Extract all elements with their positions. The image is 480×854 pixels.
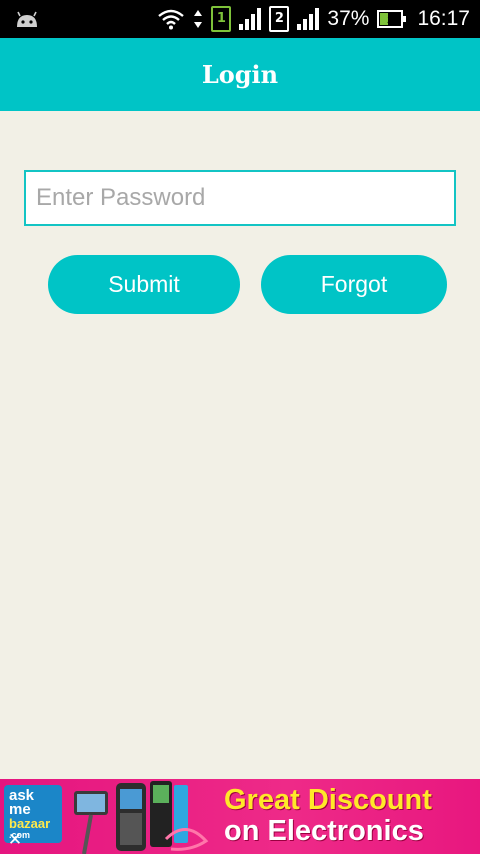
signal-icon [297,8,320,30]
status-bar: 1 2 37% ⚡ 16:17 [0,0,480,38]
data-arrows-icon [194,10,203,28]
sim2-icon: 2 [269,6,290,32]
battery-percent: 37% [327,7,370,30]
ad-headline-line2: on Electronics [224,815,424,847]
close-icon[interactable]: ✕ [6,831,24,849]
battery-charging-icon: ⚡ [377,10,407,28]
forgot-button[interactable]: Forgot [261,255,447,314]
password-input[interactable] [24,170,456,226]
ad-headline-line1: Great Discount [224,784,432,816]
ad-brand-text: bazaar [9,816,51,831]
submit-button[interactable]: Submit [48,255,240,314]
wifi-icon [158,9,185,30]
android-icon [17,11,37,27]
clock: 16:17 [417,7,470,30]
sim1-icon: 1 [211,6,232,32]
signal-icon [239,8,262,30]
ad-products-image [74,781,209,854]
ad-brand-text: me [9,801,31,818]
ad-headline: Great Discount on Electronics [224,785,478,847]
app-bar: Login [0,38,480,111]
page-title: Login [201,60,279,89]
ad-banner[interactable]: ask me bazaar .com Great Discount on Ele… [0,779,480,854]
